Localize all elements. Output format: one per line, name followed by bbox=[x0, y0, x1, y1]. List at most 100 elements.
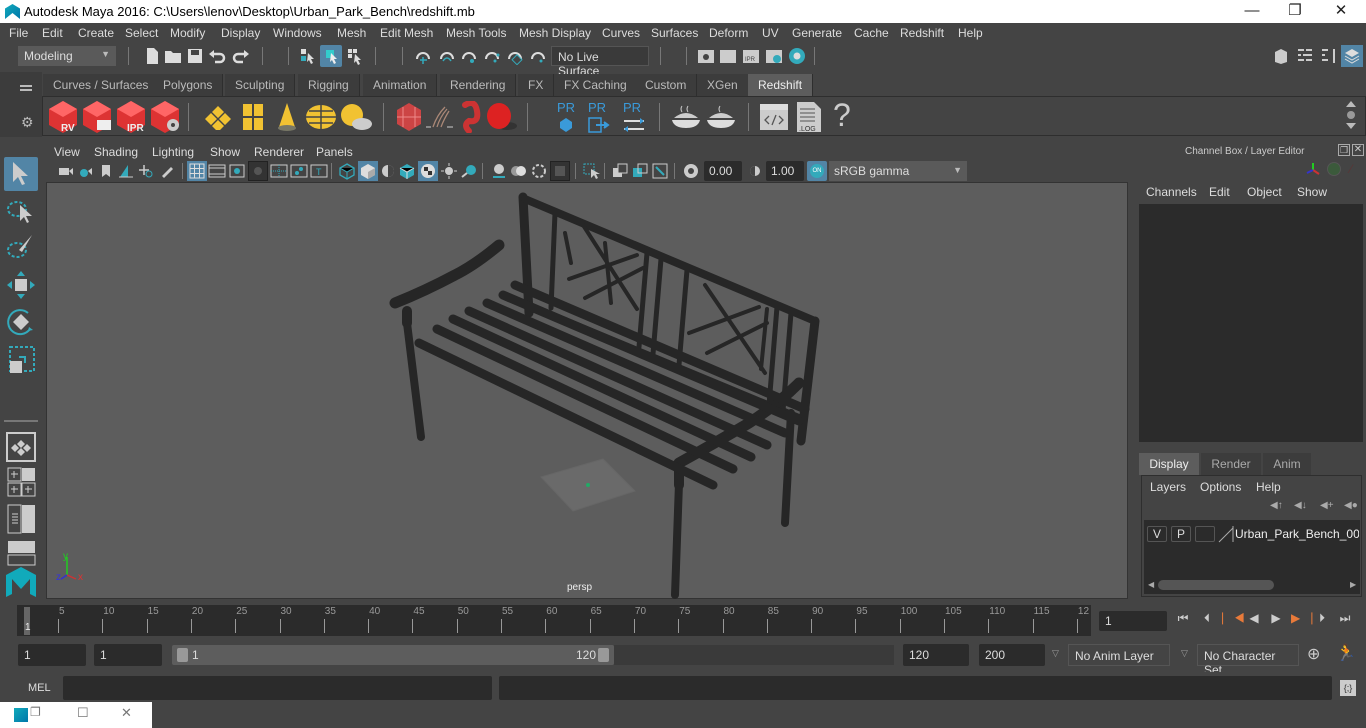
menu-display[interactable]: Display bbox=[221, 26, 260, 40]
tool-settings-icon[interactable] bbox=[1320, 47, 1338, 65]
make-live-icon[interactable] bbox=[529, 47, 547, 65]
ipr-render-icon[interactable]: IPR bbox=[742, 47, 760, 65]
shelf-tab-sculpting[interactable]: Sculpting bbox=[225, 74, 296, 96]
layer-playback-toggle[interactable]: P bbox=[1171, 526, 1191, 542]
multisample-aa-icon[interactable] bbox=[530, 162, 548, 180]
menu-mesh-display[interactable]: Mesh Display bbox=[519, 26, 591, 40]
layer-hscrollbar[interactable] bbox=[1158, 580, 1274, 590]
shelf-tab-custom[interactable]: Custom bbox=[635, 74, 698, 96]
menu-edit[interactable]: Edit bbox=[42, 26, 63, 40]
select-hierarchy-icon[interactable] bbox=[299, 47, 317, 65]
menu-deform[interactable]: Deform bbox=[709, 26, 748, 40]
playback-start-field[interactable]: 1 bbox=[94, 644, 162, 666]
redshift-batch-render-icon[interactable] bbox=[81, 100, 113, 134]
portal-light-icon[interactable] bbox=[241, 103, 265, 131]
shelf-tab-curves-surfaces[interactable]: Curves / Surfaces bbox=[43, 74, 160, 96]
film-gate-icon[interactable] bbox=[208, 162, 226, 180]
bake-settings-icon[interactable] bbox=[705, 104, 737, 130]
two-d-pan-zoom-icon[interactable] bbox=[138, 162, 154, 180]
bake-icon[interactable] bbox=[670, 104, 702, 130]
shelf-settings-gear-icon[interactable]: ⚙ bbox=[21, 114, 34, 131]
layer-tab-display[interactable]: Display bbox=[1139, 453, 1199, 475]
menu-file[interactable]: File bbox=[9, 26, 28, 40]
grease-pencil-icon[interactable] bbox=[159, 162, 175, 180]
hyperbolic-icon[interactable]: ⁄ bbox=[1350, 162, 1364, 176]
scroll-right-icon[interactable]: ▶ bbox=[1350, 580, 1358, 589]
speed-icon[interactable] bbox=[1327, 162, 1341, 176]
close-icon[interactable]: ✕ bbox=[121, 705, 132, 721]
volume-icon[interactable] bbox=[395, 102, 423, 132]
script-editor-button-icon[interactable]: {;} bbox=[1340, 680, 1356, 696]
layer-visibility-toggle[interactable]: V bbox=[1147, 526, 1167, 542]
live-surface-field[interactable]: No Live Surface bbox=[551, 46, 649, 78]
animation-start-field[interactable]: 1 bbox=[18, 644, 86, 666]
menu-windows[interactable]: Windows bbox=[273, 26, 322, 40]
motion-blur-icon[interactable] bbox=[510, 162, 528, 180]
maximize-icon[interactable]: ☐ bbox=[77, 705, 89, 721]
exposure-field[interactable]: 0.00 bbox=[704, 161, 742, 181]
shelf-tab-fx[interactable]: FX bbox=[518, 74, 555, 96]
exposure-icon[interactable] bbox=[682, 162, 700, 180]
edit-menu[interactable]: Edit bbox=[1209, 185, 1230, 199]
move-layer-up-icon[interactable]: ◀↑ bbox=[1270, 500, 1283, 511]
hypershade-icon[interactable] bbox=[788, 47, 806, 65]
textured-button[interactable] bbox=[418, 161, 438, 181]
menu-help[interactable]: Help bbox=[958, 26, 983, 40]
use-all-lights-icon[interactable] bbox=[440, 162, 458, 180]
paint-select-tool-icon[interactable] bbox=[4, 230, 38, 264]
xray-joints-icon[interactable] bbox=[631, 162, 649, 180]
menu-mesh-tools[interactable]: Mesh Tools bbox=[446, 26, 506, 40]
go-to-start-icon[interactable]: ⏮ bbox=[1175, 611, 1191, 627]
command-input[interactable] bbox=[63, 676, 492, 700]
panel-menu-lighting[interactable]: Lighting bbox=[152, 145, 194, 159]
image-plane-icon[interactable] bbox=[118, 162, 134, 180]
use-default-material-icon[interactable] bbox=[380, 162, 396, 180]
range-start-handle[interactable] bbox=[177, 648, 188, 662]
dome-light-icon[interactable] bbox=[305, 103, 337, 131]
grid-toggle-button[interactable] bbox=[187, 161, 207, 181]
anim-layer-chevron-icon[interactable]: ▽ bbox=[1052, 648, 1059, 659]
proxy-swap-icon[interactable] bbox=[622, 117, 646, 133]
command-language-label[interactable]: MEL bbox=[28, 682, 51, 694]
smooth-shade-button[interactable] bbox=[358, 161, 378, 181]
script-editor-icon[interactable] bbox=[759, 102, 789, 132]
new-scene-icon[interactable] bbox=[143, 47, 161, 65]
snap-point-icon[interactable] bbox=[460, 47, 478, 65]
open-scene-icon[interactable] bbox=[164, 47, 182, 65]
save-scene-icon[interactable] bbox=[186, 47, 204, 65]
wireframe-icon[interactable] bbox=[338, 162, 356, 180]
play-backward-icon[interactable]: ◀ bbox=[1246, 611, 1262, 627]
menu-cache[interactable]: Cache bbox=[854, 26, 889, 40]
single-view-layout-icon[interactable] bbox=[4, 430, 38, 464]
shelf-tab-polygons[interactable]: Polygons bbox=[153, 74, 224, 96]
proxy-import-icon[interactable] bbox=[588, 117, 612, 133]
hair-icon[interactable] bbox=[425, 105, 455, 131]
ies-light-icon[interactable] bbox=[275, 102, 299, 132]
current-frame-field[interactable]: 1 bbox=[1099, 611, 1167, 631]
render-view-icon[interactable] bbox=[697, 47, 715, 65]
shelf-scroll[interactable] bbox=[1346, 101, 1356, 133]
snap-view-plane-icon[interactable] bbox=[483, 47, 501, 65]
snap-grid-icon[interactable] bbox=[414, 47, 432, 65]
help-menu[interactable]: Help bbox=[1256, 480, 1281, 494]
layer-display-type-toggle[interactable] bbox=[1195, 526, 1215, 542]
layers-menu[interactable]: Layers bbox=[1150, 480, 1186, 494]
layer-tab-anim[interactable]: Anim bbox=[1263, 453, 1311, 475]
safe-title-icon[interactable]: T bbox=[310, 162, 328, 180]
animation-preferences-icon[interactable]: 🏃 bbox=[1336, 643, 1356, 663]
four-view-layout-icon[interactable] bbox=[4, 466, 38, 500]
menu-curves[interactable]: Curves bbox=[602, 26, 640, 40]
attribute-editor-icon[interactable] bbox=[1296, 47, 1314, 65]
menu-edit-mesh[interactable]: Edit Mesh bbox=[380, 26, 433, 40]
sun-sky-icon[interactable] bbox=[339, 103, 373, 131]
scroll-down-icon[interactable] bbox=[1346, 123, 1356, 129]
layer-color-swatch-icon[interactable] bbox=[1218, 525, 1234, 543]
bench-model[interactable] bbox=[47, 183, 1129, 600]
scale-tool-icon[interactable] bbox=[4, 343, 38, 377]
close-button[interactable]: ✕ bbox=[1318, 0, 1364, 23]
rotate-tool-icon[interactable] bbox=[4, 305, 38, 339]
minimize-button[interactable]: — bbox=[1229, 0, 1275, 23]
options-menu[interactable]: Options bbox=[1200, 480, 1241, 494]
step-forward-frame-icon[interactable]: ▶⎹ bbox=[1291, 611, 1312, 627]
menu-surfaces[interactable]: Surfaces bbox=[651, 26, 698, 40]
